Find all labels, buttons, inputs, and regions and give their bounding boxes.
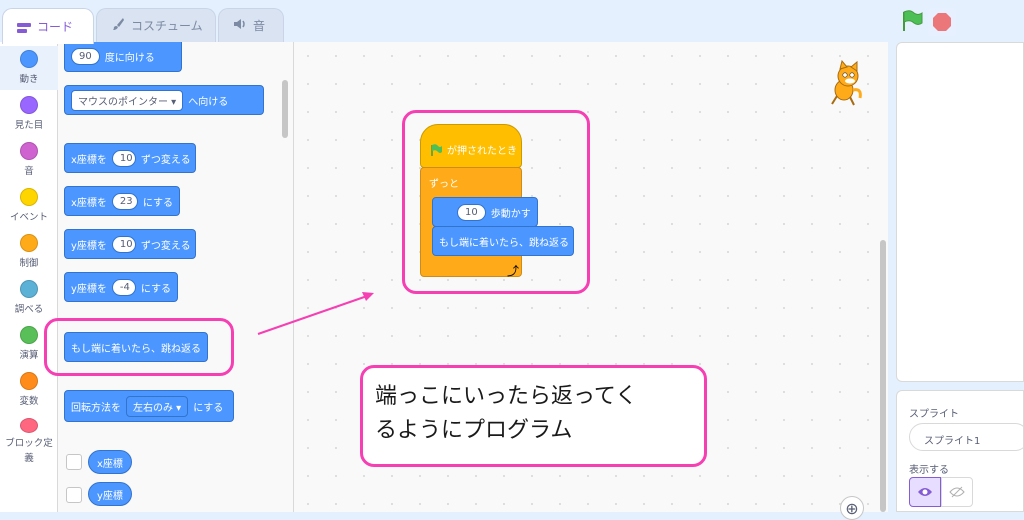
category-label: ブロック定義 (5, 438, 53, 464)
sprite-title: スプライト (909, 409, 959, 420)
events-dot-icon (20, 188, 38, 206)
category-control[interactable]: 制御 (0, 230, 58, 274)
block-label: y座標を (71, 240, 107, 252)
bounce-block-highlight (44, 318, 234, 376)
category-label: 変数 (19, 396, 39, 407)
category-label: 動き (19, 74, 39, 85)
block-label: x座標を (71, 154, 107, 166)
looks-dot-icon (20, 96, 38, 114)
y-position-reporter[interactable]: y座標 (88, 482, 132, 506)
brush-icon (111, 17, 125, 34)
category-label: 見た目 (14, 120, 44, 131)
category-label: イベント (9, 212, 48, 223)
control-dot-icon (20, 234, 38, 252)
direction-input[interactable]: 90 (71, 48, 100, 65)
zoom-in-icon: ⊕ (845, 498, 859, 518)
tab-costumes[interactable]: コスチューム (96, 8, 216, 42)
category-label: 音 (24, 166, 34, 177)
stage-panel[interactable] (896, 42, 1024, 382)
operators-dot-icon (20, 326, 38, 344)
motion-dot-icon (20, 50, 38, 68)
point-in-direction-block[interactable]: 90 度に向ける (64, 42, 182, 72)
variables-dot-icon (20, 372, 38, 390)
category-events[interactable]: イベント (0, 184, 58, 228)
tab-code[interactable]: コード (2, 8, 94, 44)
code-scrollbar[interactable] (880, 240, 886, 512)
note-line: 端っこにいったら返ってく (375, 384, 638, 409)
palette-scrollbar[interactable] (282, 80, 288, 138)
block-label: にする (140, 283, 172, 295)
block-label: にする (193, 402, 224, 414)
block-label: y座標を (71, 283, 107, 295)
stop-button[interactable] (928, 8, 956, 36)
note-line: るようにプログラム (375, 418, 573, 443)
sprite-info-panel: スプライト スプライト1 表示する (896, 390, 1024, 512)
change-y-block[interactable]: y座標を 10 ずつ変える (64, 229, 196, 259)
block-label: ずつ変える (140, 240, 191, 252)
sound-dot-icon (20, 142, 38, 160)
hide-sprite-button[interactable] (941, 477, 973, 507)
rotation-style-dropdown[interactable]: 左右のみ ▾ (126, 395, 189, 417)
category-label: 演算 (19, 350, 39, 361)
category-label: 調べる (14, 304, 44, 315)
change-y-input[interactable]: 10 (111, 235, 136, 253)
category-menu: 動き 見た目 音 イベント 制御 調べる 演算 変数 ブロック定義 (0, 42, 58, 512)
category-looks[interactable]: 見た目 (0, 92, 58, 136)
category-my-blocks[interactable]: ブロック定義 (0, 414, 58, 466)
change-x-input[interactable]: 10 (111, 149, 136, 167)
set-y-block[interactable]: y座標を -4 にする (64, 272, 178, 302)
set-x-input[interactable]: 23 (111, 192, 138, 210)
change-x-block[interactable]: x座標を 10 ずつ変える (64, 143, 196, 173)
block-label: 回転方法を (71, 402, 121, 414)
tab-costumes-label: コスチューム (131, 19, 203, 33)
category-sound[interactable]: 音 (0, 138, 58, 182)
speaker-icon (233, 18, 247, 33)
sprite-name-field[interactable]: スプライト1 (909, 423, 1024, 451)
tab-code-label: コード (37, 20, 74, 34)
my-blocks-dot-icon (20, 418, 38, 433)
green-flag-button[interactable] (898, 8, 924, 34)
set-x-block[interactable]: x座標を 23 にする (64, 186, 180, 216)
category-sensing[interactable]: 調べる (0, 276, 58, 320)
code-icon (17, 22, 31, 33)
eye-hidden-icon (949, 486, 965, 498)
set-rotation-style-block[interactable]: 回転方法を 左右のみ ▾ にする (64, 390, 234, 422)
annotation-note: 端っこにいったら返ってく るようにプログラム (360, 365, 707, 467)
stop-icon (933, 13, 951, 31)
block-label: へ向ける (188, 96, 229, 108)
tab-sounds-label: 音 (253, 19, 266, 33)
y-position-checkbox[interactable] (66, 487, 82, 503)
block-label: y座標 (97, 490, 123, 502)
block-label: 度に向ける (104, 53, 155, 64)
point-towards-block[interactable]: マウスのポインター ▾ へ向ける (64, 85, 264, 115)
block-label: にする (142, 197, 173, 209)
block-label: x座標を (71, 197, 107, 209)
sensing-dot-icon (20, 280, 38, 298)
show-sprite-button[interactable] (909, 477, 941, 507)
point-towards-dropdown[interactable]: マウスのポインター ▾ (71, 89, 184, 111)
eye-icon (918, 488, 932, 496)
sprite-cat-icon (826, 59, 866, 108)
script-highlight (402, 110, 590, 294)
x-position-checkbox[interactable] (66, 454, 82, 470)
pointer-arrow (257, 292, 374, 335)
category-variables[interactable]: 変数 (0, 368, 58, 412)
category-motion[interactable]: 動き (0, 46, 58, 90)
tab-sounds[interactable]: 音 (218, 8, 284, 42)
green-flag-icon (903, 10, 923, 31)
set-y-input[interactable]: -4 (111, 278, 136, 296)
block-label: x座標 (97, 458, 123, 470)
show-label: 表示する (909, 465, 949, 476)
block-label: ずつ変える (140, 154, 191, 166)
x-position-reporter[interactable]: x座標 (88, 450, 132, 474)
category-label: 制御 (19, 258, 39, 269)
zoom-in-button[interactable]: ⊕ (840, 496, 864, 520)
